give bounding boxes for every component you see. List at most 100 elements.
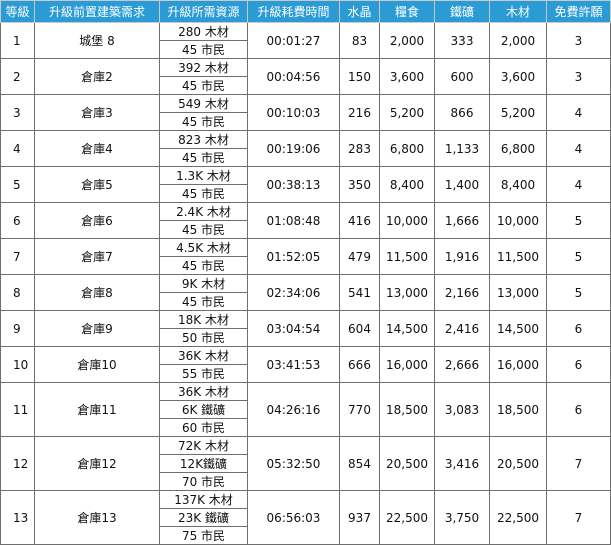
wood-cell: 18,500 [489, 382, 547, 437]
level-cell: 4 [0, 130, 35, 167]
resource-requirement-cell: 45 市民 [159, 148, 248, 167]
table-row: 7 倉庫7 4.5K 木材 01:52:05 479 11,500 1,916 11,500 5 [0, 238, 611, 275]
header-food: 糧食 [379, 0, 435, 23]
table-row: 9 倉庫9 18K 木材 03:04:54 604 14,500 2,416 14,500 6 [0, 310, 611, 347]
time-cell: 01:08:48 [247, 202, 340, 239]
level-cell: 1 [0, 22, 35, 59]
crystal-cell: 479 [339, 238, 380, 275]
resource-requirement-cell: 1.3K 木材 [159, 166, 248, 185]
building-requirement-cell: 倉庫7 [34, 238, 160, 275]
wishes-cell: 4 [546, 130, 611, 167]
iron-cell: 600 [434, 58, 490, 95]
resource-requirement-cell: 549 木材 [159, 94, 248, 113]
iron-cell: 1,400 [434, 166, 490, 203]
time-cell: 04:26:16 [247, 382, 340, 437]
resource-requirement-cell: 4.5K 木材 [159, 238, 248, 257]
wishes-cell: 5 [546, 238, 611, 275]
building-requirement-cell: 倉庫13 [34, 490, 160, 545]
food-cell: 5,200 [379, 94, 435, 131]
iron-cell: 333 [434, 22, 490, 59]
header-crystal: 水晶 [339, 0, 380, 23]
level-cell: 7 [0, 238, 35, 275]
table-row: 3 倉庫3 549 木材 00:10:03 216 5,200 866 5,200 4 [0, 94, 611, 131]
resource-requirement-cell: 72K 木材 [159, 436, 248, 455]
resource-requirement-cell: 45 市民 [159, 40, 248, 59]
building-requirement-cell: 倉庫6 [34, 202, 160, 239]
resource-requirement-cell: 137K 木材 [159, 490, 248, 509]
crystal-cell: 541 [339, 274, 380, 311]
iron-cell: 1,666 [434, 202, 490, 239]
iron-cell: 3,750 [434, 490, 490, 545]
resource-requirement-cell: 45 市民 [159, 292, 248, 311]
wood-cell: 3,600 [489, 58, 547, 95]
table-row: 5 倉庫5 1.3K 木材 00:38:13 350 8,400 1,400 8,400 4 [0, 166, 611, 203]
crystal-cell: 83 [339, 22, 380, 59]
resource-requirement-cell: 6K 鐵礦 [159, 400, 248, 419]
building-requirement-cell: 城堡 8 [34, 22, 160, 59]
food-cell: 14,500 [379, 310, 435, 347]
time-cell: 05:32:50 [247, 436, 340, 491]
crystal-cell: 283 [339, 130, 380, 167]
iron-cell: 1,133 [434, 130, 490, 167]
iron-cell: 2,416 [434, 310, 490, 347]
food-cell: 6,800 [379, 130, 435, 167]
building-requirement-cell: 倉庫10 [34, 346, 160, 383]
food-cell: 3,600 [379, 58, 435, 95]
header-time: 升級耗費時間 [247, 0, 340, 23]
wood-cell: 6,800 [489, 130, 547, 167]
iron-cell: 2,166 [434, 274, 490, 311]
building-requirement-cell: 倉庫5 [34, 166, 160, 203]
header-iron: 鐵礦 [434, 0, 490, 23]
wishes-cell: 4 [546, 94, 611, 131]
crystal-cell: 350 [339, 166, 380, 203]
time-cell: 00:10:03 [247, 94, 340, 131]
wishes-cell: 3 [546, 58, 611, 95]
time-cell: 06:56:03 [247, 490, 340, 545]
crystal-cell: 854 [339, 436, 380, 491]
time-cell: 00:01:27 [247, 22, 340, 59]
wishes-cell: 5 [546, 202, 611, 239]
level-cell: 5 [0, 166, 35, 203]
time-cell: 03:04:54 [247, 310, 340, 347]
iron-cell: 3,416 [434, 436, 490, 491]
iron-cell: 1,916 [434, 238, 490, 275]
food-cell: 8,400 [379, 166, 435, 203]
level-cell: 10 [0, 346, 35, 383]
table-row: 13 倉庫13 137K 木材 06:56:03 937 22,500 3,750 22,50… [0, 490, 611, 545]
wishes-cell: 3 [546, 22, 611, 59]
building-requirement-cell: 倉庫11 [34, 382, 160, 437]
building-requirement-cell: 倉庫4 [34, 130, 160, 167]
time-cell: 00:19:06 [247, 130, 340, 167]
resource-requirement-cell: 280 木材 [159, 22, 248, 41]
resource-requirement-cell: 45 市民 [159, 76, 248, 95]
table-row: 6 倉庫6 2.4K 木材 01:08:48 416 10,000 1,666 10,000 5 [0, 202, 611, 239]
wishes-cell: 6 [546, 310, 611, 347]
level-cell: 11 [0, 382, 35, 437]
crystal-cell: 604 [339, 310, 380, 347]
resource-requirement-cell: 45 市民 [159, 112, 248, 131]
level-cell: 3 [0, 94, 35, 131]
resource-requirement-cell: 823 木材 [159, 130, 248, 149]
header-row: 等級 升級前置建築需求 升級所需資源 升級耗費時間 水晶 糧食 鐵礦 木材 免費… [0, 0, 611, 23]
wishes-cell: 7 [546, 436, 611, 491]
crystal-cell: 150 [339, 58, 380, 95]
food-cell: 22,500 [379, 490, 435, 545]
building-requirement-cell: 倉庫9 [34, 310, 160, 347]
wood-cell: 13,000 [489, 274, 547, 311]
wishes-cell: 6 [546, 382, 611, 437]
wood-cell: 11,500 [489, 238, 547, 275]
time-cell: 02:34:06 [247, 274, 340, 311]
header-resources: 升級所需資源 [159, 0, 248, 23]
table-row: 12 倉庫12 72K 木材 05:32:50 854 20,500 3,416 20,500… [0, 436, 611, 491]
time-cell: 00:38:13 [247, 166, 340, 203]
resource-requirement-cell: 45 市民 [159, 256, 248, 275]
table-row: 4 倉庫4 823 木材 00:19:06 283 6,800 1,133 6,800 4 [0, 130, 611, 167]
level-cell: 9 [0, 310, 35, 347]
table-row: 11 倉庫11 36K 木材 04:26:16 770 18,500 3,083 18,500… [0, 382, 611, 437]
time-cell: 03:41:53 [247, 346, 340, 383]
time-cell: 00:04:56 [247, 58, 340, 95]
iron-cell: 2,666 [434, 346, 490, 383]
time-cell: 01:52:05 [247, 238, 340, 275]
wishes-cell: 5 [546, 274, 611, 311]
header-level: 等級 [0, 0, 35, 23]
